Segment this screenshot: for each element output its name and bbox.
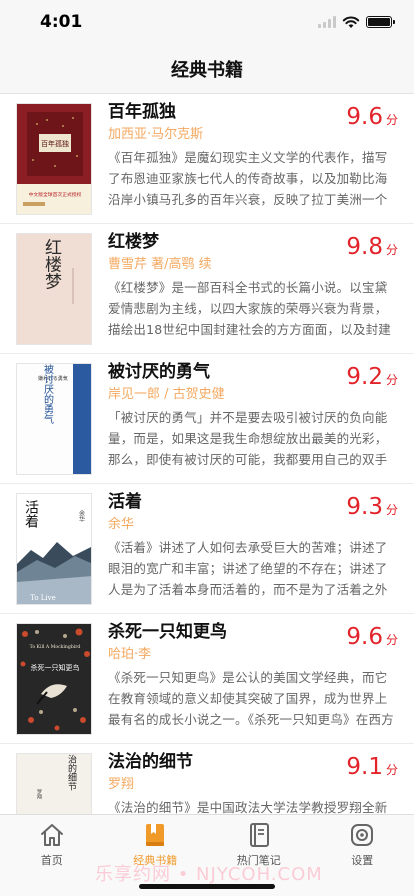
score-value: 9.8 <box>346 234 383 260</box>
status-icons <box>318 15 395 29</box>
book-cover-image: 红楼梦 <box>16 233 92 345</box>
score-unit: 分 <box>385 763 398 777</box>
tab-label: 设置 <box>351 854 374 867</box>
book-row[interactable]: 百年孤独 中文版全球首次正式授权 百年孤独 加西亚·马尔克斯 《百年孤独》是魔幻… <box>0 94 414 224</box>
book-description: 《百年孤独》是魔幻现实主义文学的代表作，描写了布恩迪亚家族七代人的传奇故事，以及… <box>108 150 388 207</box>
cover-band: 中文版全球首次正式授权 <box>29 191 82 198</box>
book-cover-image: 活着 余华 To Live <box>16 493 92 605</box>
cover-author: 余华 <box>78 509 85 523</box>
book-icon <box>146 824 165 846</box>
book-cover-image: 嫌われる勇気 被讨厌的勇气 <box>16 363 92 475</box>
book-description: 《活着》讲述了人如何去承受巨大的苦难；讲述了眼泪的宽广和丰富；讲述了绝望的不存在… <box>108 540 388 597</box>
settings-icon <box>351 824 374 846</box>
book-description: 「被讨厌的勇气」并不是要去吸引被讨厌的负向能量，而是，如果这是我生命想绽放出最美… <box>108 410 388 467</box>
battery-icon <box>366 16 395 28</box>
status-time: 4:01 <box>40 12 83 32</box>
score-value: 9.2 <box>346 364 383 390</box>
score-unit: 分 <box>385 113 398 127</box>
cover-text: 百年孤独 <box>41 139 69 148</box>
tab-label: 首页 <box>40 854 63 867</box>
cover-text: 红楼梦 <box>41 238 62 289</box>
score-value: 9.6 <box>346 104 383 130</box>
home-icon <box>40 824 63 846</box>
status-bar: 4:01 <box>0 0 414 44</box>
book-description: 《杀死一只知更鸟》是公认的美国文学经典，而它在教育领域的意义却使其突破了国界，成… <box>108 670 394 727</box>
score-unit: 分 <box>385 633 398 647</box>
cover-author: 罗翔 <box>36 789 42 800</box>
book-cover-image: 百年孤独 中文版全球首次正式授权 <box>16 103 92 215</box>
book-score: 9.2 分 <box>346 364 398 390</box>
tab-settings[interactable]: 设置 <box>311 815 414 896</box>
cover-text: 法治的细节 <box>66 754 77 791</box>
cover-text: 活着 <box>23 500 39 528</box>
notes-icon <box>249 823 269 847</box>
book-row[interactable]: 法治的细节 罗翔 法治的细节 罗翔 《法治的细节》是中国政法大学法学教授罗翔全新… <box>0 744 414 814</box>
score-value: 9.1 <box>346 754 383 780</box>
book-row[interactable]: 嫌われる勇気 被讨厌的勇气 被讨厌的勇气 岸见一郎 / 古贺史健 「被讨厌的勇气… <box>0 354 414 484</box>
book-score: 9.3 分 <box>346 494 398 520</box>
navigation-bar: 经典书籍 <box>0 44 414 94</box>
book-list[interactable]: 百年孤独 中文版全球首次正式授权 百年孤独 加西亚·马尔克斯 《百年孤独》是魔幻… <box>0 94 414 814</box>
book-row[interactable]: To Kill A Mockingbird 杀死一只知更鸟 杀死一只知更鸟 哈珀… <box>0 614 414 744</box>
cover-text: 杀死一只知更鸟 <box>31 663 80 672</box>
home-indicator <box>139 884 275 889</box>
score-value: 9.6 <box>346 624 383 650</box>
score-unit: 分 <box>385 243 398 257</box>
cover-en-title: To Live <box>30 594 56 602</box>
cover-text: 被讨厌的勇气 <box>42 364 54 424</box>
book-score: 9.8 分 <box>346 234 398 260</box>
watermark: 乐享约网 • NJYCOH.COM <box>95 864 323 885</box>
cover-en-title: To Kill A Mockingbird <box>30 644 81 650</box>
book-score: 9.1 分 <box>346 754 398 780</box>
book-cover-image: To Kill A Mockingbird 杀死一只知更鸟 <box>16 623 92 735</box>
page-title: 经典书籍 <box>171 59 243 81</box>
book-row[interactable]: 活着 余华 To Live 活着 余华 《活着》讲述了人如何去承受巨大的苦难；讲… <box>0 484 414 614</box>
book-score: 9.6 分 <box>346 624 398 650</box>
score-unit: 分 <box>385 503 398 517</box>
book-description: 《红楼梦》是一部百科全书式的长篇小说。以宝黛爱情悲剧为主线，以四大家族的荣辱兴衰… <box>108 280 392 337</box>
score-value: 9.3 <box>346 494 383 520</box>
book-row[interactable]: 红楼梦 红楼梦 曹雪芹 著/高鹗 续 《红楼梦》是一部百科全书式的长篇小说。以宝… <box>0 224 414 354</box>
book-score: 9.6 分 <box>346 104 398 130</box>
book-cover-image: 法治的细节 罗翔 <box>16 753 92 814</box>
tab-home[interactable]: 首页 <box>0 815 104 896</box>
book-description: 《法治的细节》是中国政法大学法学教授罗翔全新作品，由近年来引发关注的热点案件与法… <box>108 800 388 814</box>
signal-icon <box>318 16 336 28</box>
wifi-icon <box>342 16 360 28</box>
score-unit: 分 <box>385 373 398 387</box>
